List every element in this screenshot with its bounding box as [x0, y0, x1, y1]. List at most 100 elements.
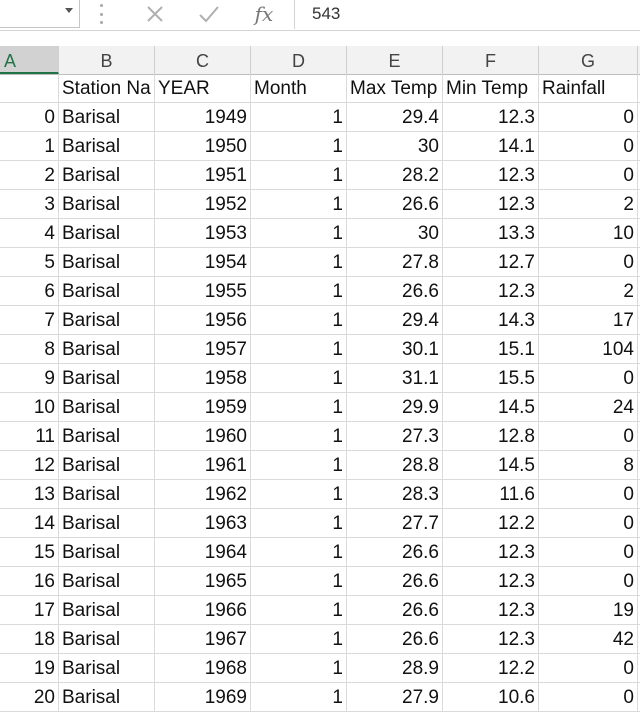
header-cell[interactable]	[0, 74, 59, 102]
table-cell[interactable]: 26.6	[347, 277, 443, 305]
table-cell[interactable]: 26.6	[347, 596, 443, 624]
table-cell[interactable]: 1	[251, 335, 347, 363]
table-cell[interactable]: Barisal	[59, 393, 155, 421]
table-cell[interactable]: 1961	[155, 451, 251, 479]
table-cell[interactable]: 1	[251, 132, 347, 160]
table-cell[interactable]: 8	[539, 451, 638, 479]
table-cell[interactable]: 0	[539, 538, 638, 566]
table-cell[interactable]: 28.8	[347, 451, 443, 479]
table-cell[interactable]: 1	[0, 132, 59, 160]
table-cell[interactable]: 12	[0, 451, 59, 479]
table-cell[interactable]: 1958	[155, 364, 251, 392]
table-cell[interactable]: 2	[539, 190, 638, 218]
table-cell[interactable]: 14.3	[443, 306, 539, 334]
table-cell[interactable]: 13.3	[443, 219, 539, 247]
table-cell[interactable]: 12.2	[443, 654, 539, 682]
column-header-c[interactable]: C	[155, 46, 251, 74]
table-cell[interactable]: 10	[539, 219, 638, 247]
name-box[interactable]	[0, 0, 80, 28]
table-cell[interactable]: 15.5	[443, 364, 539, 392]
table-cell[interactable]: 1960	[155, 422, 251, 450]
header-cell[interactable]: Max Temp	[347, 74, 443, 102]
table-cell[interactable]: 12.3	[443, 625, 539, 653]
table-cell[interactable]: 18	[0, 625, 59, 653]
table-cell[interactable]: Barisal	[59, 422, 155, 450]
table-cell[interactable]: Barisal	[59, 509, 155, 537]
table-cell[interactable]: 1951	[155, 161, 251, 189]
table-cell[interactable]: 0	[539, 422, 638, 450]
table-cell[interactable]: 28.3	[347, 480, 443, 508]
table-cell[interactable]: 30	[347, 132, 443, 160]
table-cell[interactable]: 1	[251, 654, 347, 682]
table-cell[interactable]: 0	[539, 480, 638, 508]
table-cell[interactable]: 1	[251, 538, 347, 566]
table-cell[interactable]: 19	[0, 654, 59, 682]
table-cell[interactable]: 1	[251, 480, 347, 508]
table-cell[interactable]: 1963	[155, 509, 251, 537]
table-cell[interactable]: Barisal	[59, 364, 155, 392]
table-cell[interactable]: 27.9	[347, 683, 443, 711]
header-cell[interactable]: Rainfall	[539, 74, 638, 102]
table-cell[interactable]: 12.3	[443, 538, 539, 566]
table-cell[interactable]: Barisal	[59, 480, 155, 508]
table-cell[interactable]: 0	[539, 654, 638, 682]
table-cell[interactable]: 26.6	[347, 538, 443, 566]
table-cell[interactable]: 1	[251, 277, 347, 305]
table-cell[interactable]: 1967	[155, 625, 251, 653]
table-cell[interactable]: 1	[251, 190, 347, 218]
table-cell[interactable]: 0	[539, 103, 638, 131]
table-cell[interactable]: 15	[0, 538, 59, 566]
table-cell[interactable]: Barisal	[59, 190, 155, 218]
table-cell[interactable]: Barisal	[59, 538, 155, 566]
table-cell[interactable]: 1	[251, 306, 347, 334]
table-cell[interactable]: Barisal	[59, 161, 155, 189]
table-cell[interactable]: 0	[539, 509, 638, 537]
table-cell[interactable]: 1969	[155, 683, 251, 711]
table-cell[interactable]: 11.6	[443, 480, 539, 508]
table-cell[interactable]: 1	[251, 422, 347, 450]
table-cell[interactable]: 12.3	[443, 190, 539, 218]
table-cell[interactable]: 12.8	[443, 422, 539, 450]
table-cell[interactable]: 24	[539, 393, 638, 421]
table-cell[interactable]: 1952	[155, 190, 251, 218]
table-cell[interactable]: 15.1	[443, 335, 539, 363]
table-cell[interactable]: 1	[251, 161, 347, 189]
table-cell[interactable]: 1	[251, 509, 347, 537]
table-cell[interactable]: 2	[539, 277, 638, 305]
table-cell[interactable]: 12.3	[443, 161, 539, 189]
table-cell[interactable]: 5	[0, 248, 59, 276]
table-cell[interactable]: 1968	[155, 654, 251, 682]
table-cell[interactable]: 10	[0, 393, 59, 421]
table-cell[interactable]: 10.6	[443, 683, 539, 711]
table-cell[interactable]: 1	[251, 219, 347, 247]
column-header-e[interactable]: E	[347, 46, 443, 74]
table-cell[interactable]: 1	[251, 393, 347, 421]
drag-handle-icon[interactable]	[97, 4, 105, 24]
table-cell[interactable]: 31.1	[347, 364, 443, 392]
table-cell[interactable]: 14.1	[443, 132, 539, 160]
check-icon[interactable]	[194, 0, 224, 28]
table-cell[interactable]: Barisal	[59, 306, 155, 334]
table-cell[interactable]: 13	[0, 480, 59, 508]
table-cell[interactable]: 0	[539, 683, 638, 711]
table-cell[interactable]: 12.7	[443, 248, 539, 276]
table-cell[interactable]: 27.3	[347, 422, 443, 450]
table-cell[interactable]: 3	[0, 190, 59, 218]
table-cell[interactable]: 29.4	[347, 306, 443, 334]
table-cell[interactable]: Barisal	[59, 567, 155, 595]
table-cell[interactable]: 17	[539, 306, 638, 334]
table-cell[interactable]: 4	[0, 219, 59, 247]
table-cell[interactable]: Barisal	[59, 596, 155, 624]
table-cell[interactable]: 1949	[155, 103, 251, 131]
table-cell[interactable]: Barisal	[59, 248, 155, 276]
table-cell[interactable]: 12.2	[443, 509, 539, 537]
table-cell[interactable]: 1	[251, 625, 347, 653]
table-cell[interactable]: 26.6	[347, 625, 443, 653]
table-cell[interactable]: 1966	[155, 596, 251, 624]
table-cell[interactable]: 1950	[155, 132, 251, 160]
table-cell[interactable]: 19	[539, 596, 638, 624]
table-cell[interactable]: 28.2	[347, 161, 443, 189]
table-cell[interactable]: 1959	[155, 393, 251, 421]
table-cell[interactable]: 1954	[155, 248, 251, 276]
table-cell[interactable]: 27.8	[347, 248, 443, 276]
